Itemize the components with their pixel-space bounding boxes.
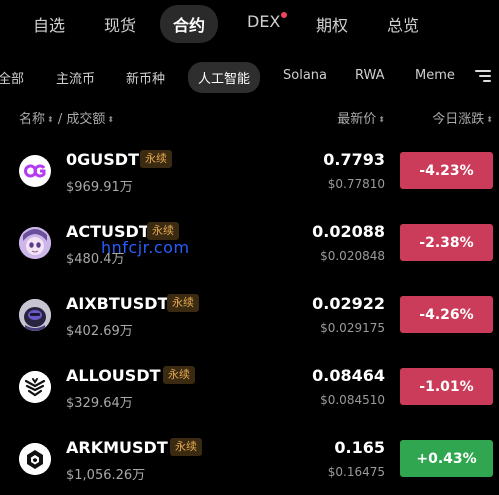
sort-icon: ⬍ xyxy=(107,115,115,124)
change-badge[interactable]: -2.38% xyxy=(400,224,493,261)
column-change-header[interactable]: 今日涨跌 ⬍ xyxy=(432,108,493,127)
category-newcoins[interactable]: 新币种 xyxy=(126,68,165,87)
tab-watchlist[interactable]: 自选 xyxy=(33,12,65,36)
last-price: 0.7793 xyxy=(323,150,385,169)
tab-spot[interactable]: 现货 xyxy=(104,12,136,36)
category-solana[interactable]: Solana xyxy=(283,68,327,83)
column-price-label: 最新价 xyxy=(337,112,377,127)
category-rwa[interactable]: RWA xyxy=(355,68,385,83)
category-meme[interactable]: Meme xyxy=(415,68,455,83)
perpetual-tag: 永续 xyxy=(140,150,172,168)
market-row-0gusdt[interactable]: 0GUSDT 永续 $969.91万 0.7793 $0.77810 -4.23… xyxy=(0,135,499,207)
column-name-volume-header[interactable]: 名称 ⬍ / 成交额 ⬍ xyxy=(19,108,114,127)
column-price-header[interactable]: 最新价 ⬍ xyxy=(337,108,385,127)
tab-options[interactable]: 期权 xyxy=(316,12,348,36)
change-badge[interactable]: +0.43% xyxy=(400,440,493,477)
volume-value: $1,056.26万 xyxy=(66,468,146,483)
last-price: 0.08464 xyxy=(312,366,385,385)
change-badge[interactable]: -4.23% xyxy=(400,152,493,189)
market-row-actusdt[interactable]: ACTUSDT 永续 $480.4万 0.02088 $0.020848 -2.… xyxy=(0,207,499,279)
last-price: 0.165 xyxy=(334,438,385,457)
volume-value: $969.91万 xyxy=(66,180,133,195)
tab-dex[interactable]: DEX xyxy=(247,12,280,31)
index-price: $0.029175 xyxy=(320,321,385,335)
market-row-aixbtusdt[interactable]: AIXBTUSDT 永续 $402.69万 0.02922 $0.029175 … xyxy=(0,279,499,351)
index-price: $0.020848 xyxy=(320,249,385,263)
symbol-name: ARKMUSDT xyxy=(66,438,168,457)
tab-contract[interactable]: 合约 xyxy=(160,5,219,43)
arkham-logo-icon xyxy=(19,443,51,475)
column-volume-label: 成交额 xyxy=(66,112,106,127)
market-row-arkmusdt[interactable]: ARKMUSDT 永续 $1,056.26万 0.165 $0.16475 +0… xyxy=(0,423,499,495)
perpetual-tag: 永续 xyxy=(163,366,195,384)
aixbt-character-logo-icon xyxy=(19,299,51,331)
column-name-label: 名称 xyxy=(19,112,46,127)
category-mainstream[interactable]: 主流币 xyxy=(56,68,95,87)
symbol-name: 0GUSDT xyxy=(66,150,139,169)
tab-overview[interactable]: 总览 xyxy=(387,12,419,36)
last-price: 0.02088 xyxy=(312,222,385,241)
perpetual-tag: 永续 xyxy=(170,438,202,456)
watermark-text: hnfcjr.com xyxy=(101,238,190,257)
allo-hand-logo-icon xyxy=(19,371,51,403)
sort-icon: ⬍ xyxy=(47,115,54,124)
notification-dot xyxy=(281,12,287,18)
category-ai[interactable]: 人工智能 xyxy=(188,62,261,93)
symbol-name: AIXBTUSDT xyxy=(66,294,169,313)
index-price: $0.084510 xyxy=(320,393,385,407)
volume-value: $402.69万 xyxy=(66,324,133,339)
category-all[interactable]: 全部 xyxy=(0,68,24,87)
sort-icon: ⬍ xyxy=(378,115,385,124)
index-price: $0.16475 xyxy=(327,465,385,479)
market-row-allousdt[interactable]: ALLOUSDT 永续 $329.64万 0.08464 $0.084510 -… xyxy=(0,351,499,423)
last-price: 0.02922 xyxy=(312,294,385,313)
sort-icon: ⬍ xyxy=(486,115,493,124)
volume-value: $329.64万 xyxy=(66,396,133,411)
symbol-name: ALLOUSDT xyxy=(66,366,161,385)
anime-avatar-logo-icon xyxy=(19,227,51,259)
change-badge[interactable]: -1.01% xyxy=(400,368,493,405)
column-change-label: 今日涨跌 xyxy=(432,112,485,127)
column-separator: / xyxy=(53,112,67,127)
perpetual-tag: 永续 xyxy=(167,294,199,312)
change-badge[interactable]: -4.26% xyxy=(400,296,493,333)
category-navigation: 全部 主流币 新币种 人工智能 Solana RWA Meme xyxy=(0,60,499,93)
0g-logo-icon xyxy=(19,155,51,187)
index-price: $0.77810 xyxy=(327,177,385,191)
top-navigation: 自选 现货 合约 DEX 期权 总览 xyxy=(0,0,499,48)
filter-menu-icon[interactable] xyxy=(475,70,491,83)
